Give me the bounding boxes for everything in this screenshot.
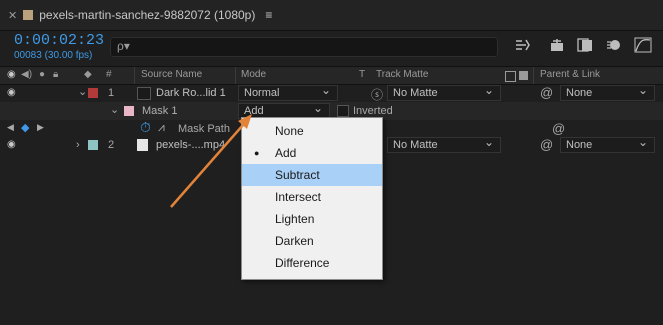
mask-mode-menu: None ● Add Subtract Intersect Lighten Dar…	[241, 117, 383, 280]
lock-header-icon[interactable]: 🔒︎	[53, 69, 58, 80]
search-icon: ρ▾	[117, 39, 130, 53]
preserve-transparency-icon[interactable]: ⓢ	[371, 86, 383, 103]
frame-blending-icon[interactable]	[575, 36, 595, 54]
expand-chevron-icon[interactable]: ⌄	[78, 85, 87, 98]
column-number-header: #	[106, 69, 112, 80]
add-keyframe-icon[interactable]: ◆	[21, 121, 29, 134]
frame-count: 00083 (30.00 fps)	[14, 50, 93, 61]
track-matte-dropdown[interactable]: No Matte	[387, 83, 501, 101]
label-header-icon[interactable]: ◆	[84, 69, 92, 80]
next-keyframe-icon[interactable]: ▶	[37, 122, 44, 133]
comp-color-swatch	[23, 10, 34, 20]
layer-row-1[interactable]: ◉ ⌄ 1 Dark Ro...lid 1 Normal ⓢ No Matte …	[0, 83, 663, 103]
menu-item-intersect[interactable]: Intersect	[242, 186, 382, 208]
close-tab-icon[interactable]: ✕	[8, 9, 17, 22]
composition-tab-bar: ✕ pexels-martin-sanchez-9882072 (1080p) …	[0, 0, 663, 31]
panel-menu-icon[interactable]: ≡	[265, 8, 272, 22]
motion-blur-icon[interactable]	[604, 36, 624, 54]
mask-path-pickwhip-icon[interactable]: @	[552, 121, 565, 136]
draft-3d-icon[interactable]	[513, 36, 533, 54]
column-source-name-header[interactable]: Source Name	[141, 69, 202, 80]
parent-dropdown[interactable]: None	[560, 135, 655, 153]
layer-column-header: ◉ ◀) ● 🔒︎ ◆ # Source Name Mode T Track M…	[0, 66, 663, 85]
menu-item-darken[interactable]: Darken	[242, 230, 382, 252]
pickwhip-icon[interactable]: @	[540, 137, 553, 152]
composition-tab[interactable]: ✕ pexels-martin-sanchez-9882072 (1080p) …	[8, 0, 272, 30]
menu-item-add[interactable]: ● Add	[242, 142, 382, 164]
shy-icon[interactable]	[547, 36, 567, 54]
current-time-display[interactable]: 0:00:02:23	[14, 32, 104, 49]
layer-number: 1	[108, 87, 115, 99]
inverted-checkbox[interactable]	[337, 105, 349, 117]
mask-path-label: Mask Path	[178, 123, 230, 135]
column-track-matte-header[interactable]: Track Matte	[376, 69, 428, 80]
column-t-header[interactable]: T	[359, 69, 365, 80]
track-matte-dropdown[interactable]: No Matte	[387, 135, 501, 153]
solo-header-icon[interactable]: ●	[39, 69, 45, 80]
pickwhip-icon[interactable]: @	[540, 85, 553, 100]
audio-header-icon[interactable]: ◀)	[21, 69, 32, 80]
solid-layer-icon	[137, 87, 151, 100]
visibility-eye-icon[interactable]: ◉	[7, 139, 16, 150]
menu-item-lighten[interactable]: Lighten	[242, 208, 382, 230]
matte-luma-header-icon[interactable]	[519, 71, 528, 80]
menu-item-none[interactable]: None	[242, 120, 382, 142]
mask-name[interactable]: Mask 1	[142, 105, 177, 117]
mask-label-color[interactable]	[124, 106, 134, 116]
layer-label-color[interactable]	[88, 88, 98, 98]
layer-name[interactable]: Dark Ro...lid 1	[156, 87, 226, 99]
layer-name[interactable]: pexels-....mp4	[156, 139, 225, 151]
stopwatch-icon[interactable]: ⏱︎	[140, 119, 151, 136]
visibility-eye-icon[interactable]: ◉	[7, 87, 16, 98]
checked-bullet-icon: ●	[254, 148, 260, 158]
column-parent-link-header[interactable]: Parent & Link	[540, 69, 600, 80]
menu-item-difference[interactable]: Difference	[242, 252, 382, 274]
composition-title: pexels-martin-sanchez-9882072 (1080p)	[39, 8, 256, 22]
column-mode-header[interactable]: Mode	[241, 69, 266, 80]
collapse-chevron-icon[interactable]: ›	[76, 139, 80, 151]
prev-keyframe-icon[interactable]: ◀	[7, 122, 14, 133]
menu-item-subtract[interactable]: Subtract	[242, 164, 382, 186]
inverted-label: Inverted	[353, 105, 393, 117]
layer-number: 2	[108, 139, 115, 151]
mask-expand-chevron-icon[interactable]: ⌄	[110, 103, 119, 116]
parent-dropdown[interactable]: None	[560, 83, 655, 101]
video-visibility-header-icon[interactable]: ◉	[7, 69, 16, 80]
search-input[interactable]: ρ▾	[110, 37, 498, 57]
graph-icon[interactable]: ⩘	[158, 120, 165, 135]
matte-alpha-header-icon[interactable]	[505, 71, 516, 82]
footage-file-icon	[137, 139, 148, 151]
graph-editor-icon[interactable]	[633, 36, 653, 54]
layer-mode-dropdown[interactable]: Normal	[238, 83, 338, 101]
layer-label-color[interactable]	[88, 140, 98, 150]
